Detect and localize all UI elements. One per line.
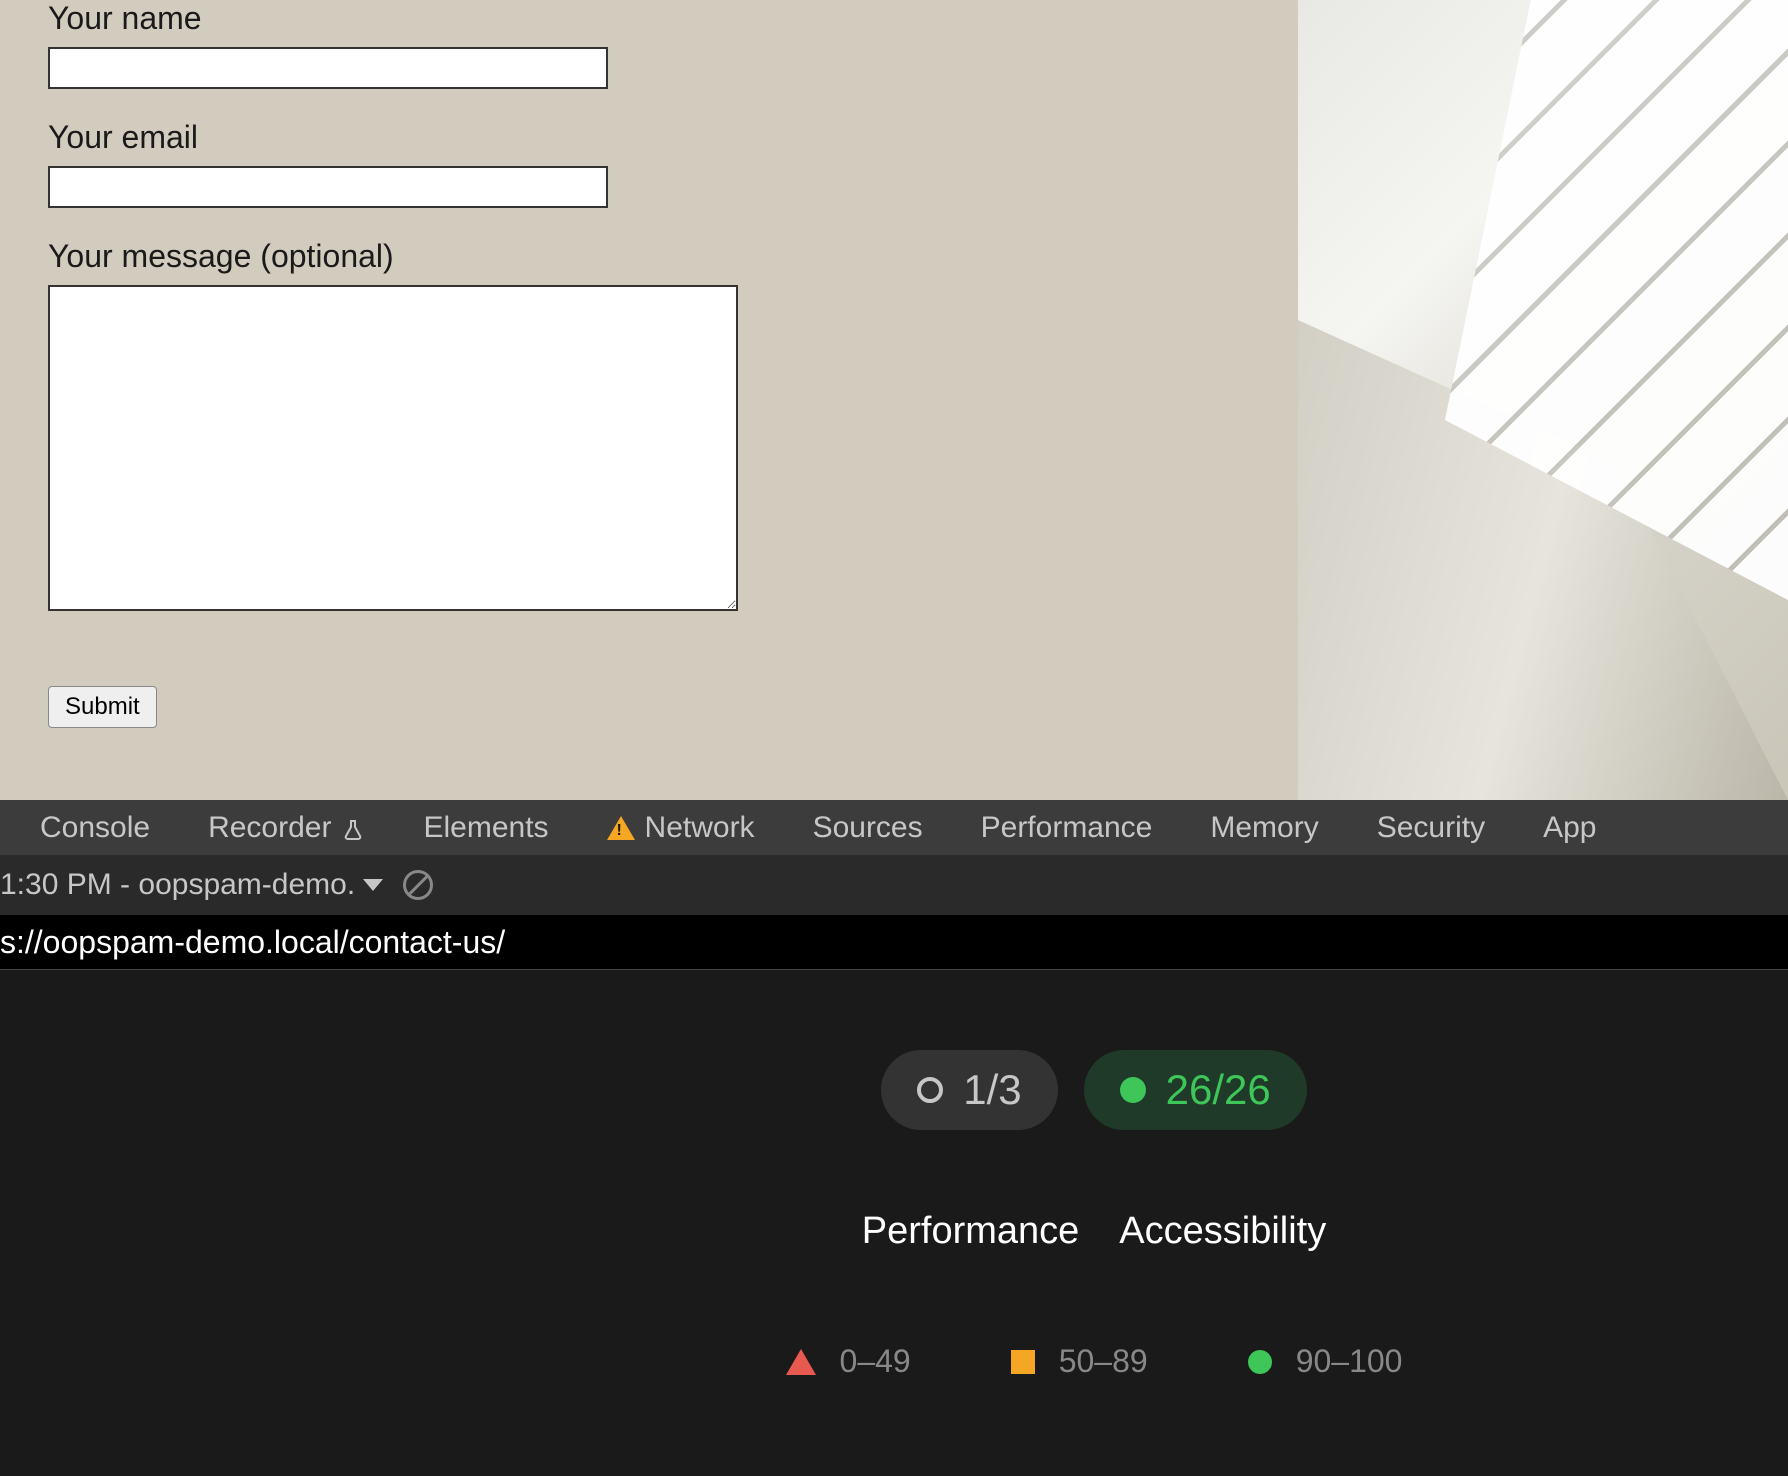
report-selector-dropdown[interactable]: 1:30 PM - oopspam-demo. [0,868,383,902]
tab-memory[interactable]: Memory [1210,811,1318,845]
chevron-down-icon [363,879,383,891]
circle-open-icon [917,1077,943,1103]
score-legend: 0–49 50–89 90–100 [786,1343,1403,1380]
tab-security[interactable]: Security [1377,811,1485,845]
hero-image [1298,0,1788,800]
circle-green-icon [1248,1350,1272,1374]
flask-icon [341,816,365,840]
email-label: Your email [48,119,1298,156]
url-display: s://oopspam-demo.local/contact-us/ [0,915,1788,970]
warning-icon [607,816,635,840]
tab-recorder[interactable]: Recorder [208,811,365,845]
contact-form: Your name Your email Your message (optio… [0,0,1298,800]
passed-ratio: 26/26 [1166,1066,1271,1114]
progress-pill[interactable]: 1/3 [881,1050,1057,1130]
email-input[interactable] [48,166,608,208]
legend-green-range: 90–100 [1296,1343,1403,1380]
tab-network[interactable]: Network [607,811,755,845]
tab-elements[interactable]: Elements [423,811,548,845]
tab-application[interactable]: App [1543,811,1596,845]
category-accessibility[interactable]: Accessibility [1119,1210,1326,1253]
legend-average: 50–89 [1011,1343,1148,1380]
lighthouse-toolbar: 1:30 PM - oopspam-demo. [0,855,1788,915]
triangle-red-icon [786,1349,816,1375]
report-timestamp-label: 1:30 PM - oopspam-demo. [0,868,355,902]
devtools-tab-bar: Console Recorder Elements Network Source… [0,800,1788,855]
legend-orange-range: 50–89 [1059,1343,1148,1380]
score-pills: 1/3 26/26 [881,1050,1307,1130]
tab-sources[interactable]: Sources [813,811,923,845]
tab-performance[interactable]: Performance [981,811,1153,845]
circle-filled-icon [1120,1077,1146,1103]
category-performance[interactable]: Performance [862,1210,1080,1253]
submit-button[interactable]: Submit [48,686,157,728]
message-label: Your message (optional) [48,238,1298,275]
tab-recorder-label: Recorder [208,811,331,845]
message-textarea[interactable] [48,285,738,611]
legend-red-range: 0–49 [840,1343,911,1380]
lighthouse-report: 1/3 26/26 Performance Accessibility 0–49… [0,970,1788,1460]
passed-pill[interactable]: 26/26 [1084,1050,1307,1130]
tab-console[interactable]: Console [40,811,150,845]
square-orange-icon [1011,1350,1035,1374]
tab-network-label: Network [645,811,755,845]
progress-ratio: 1/3 [963,1066,1021,1114]
url-text: s://oopspam-demo.local/contact-us/ [0,924,505,961]
legend-good: 90–100 [1248,1343,1403,1380]
clear-icon[interactable] [403,870,433,900]
category-labels: Performance Accessibility [862,1210,1327,1253]
webpage-viewport: Your name Your email Your message (optio… [0,0,1788,800]
name-input[interactable] [48,47,608,89]
legend-poor: 0–49 [786,1343,911,1380]
name-label: Your name [48,0,1298,37]
